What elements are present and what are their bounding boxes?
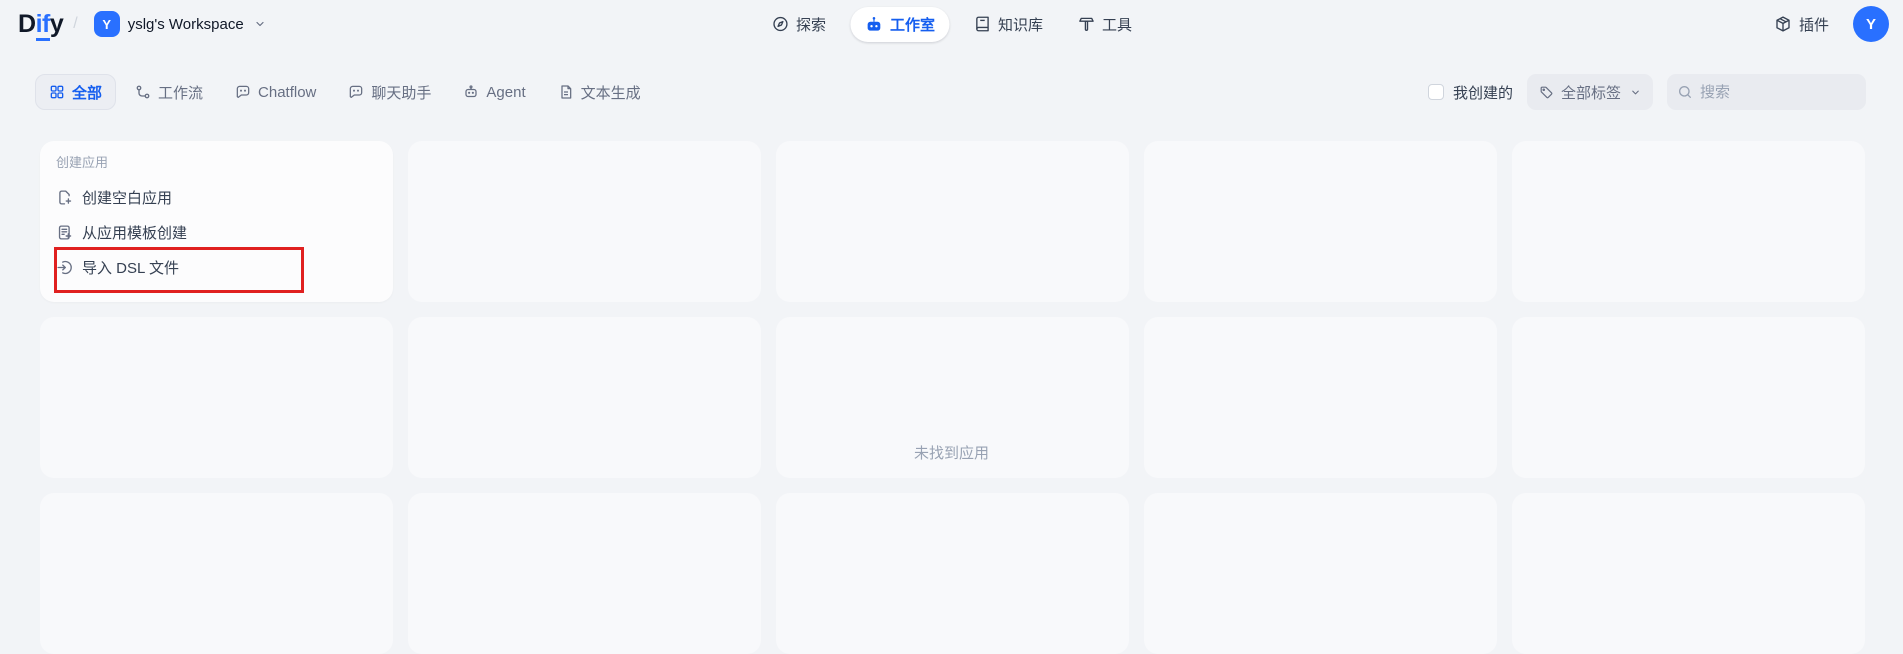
tab-label: Chatflow — [258, 84, 316, 101]
compass-icon — [771, 15, 789, 33]
filter-bar: 全部 工作流 Chatflow 聊天助手 Agent 文本生成 我创建的 — [0, 74, 1903, 110]
main-nav: 探索 工作室 知识库 工具 — [761, 0, 1142, 48]
tab-label: 文本生成 — [581, 82, 641, 103]
search-box — [1667, 74, 1866, 110]
book-icon — [973, 15, 991, 33]
create-blank-app-option[interactable]: 创建空白应用 — [56, 187, 377, 207]
tag-filter-label: 全部标签 — [1561, 82, 1621, 103]
grid-icon — [49, 84, 65, 100]
tab-text-generation[interactable]: 文本生成 — [545, 74, 654, 110]
document-icon — [558, 84, 574, 100]
tab-chat-assistant[interactable]: 聊天助手 — [335, 74, 444, 110]
nav-label: 探索 — [796, 14, 826, 35]
agent-robot-icon — [463, 84, 479, 100]
app-card-placeholder — [408, 141, 761, 302]
option-label: 从应用模板创建 — [82, 222, 187, 243]
logo-d: D — [18, 10, 36, 38]
nav-label: 知识库 — [998, 14, 1043, 35]
breadcrumb-separator: / — [73, 15, 77, 33]
nav-item-explore[interactable]: 探索 — [761, 7, 836, 42]
app-card-placeholder — [1144, 493, 1497, 654]
tab-chatflow[interactable]: Chatflow — [222, 74, 329, 110]
create-app-title: 创建应用 — [56, 154, 377, 172]
chevron-down-icon — [1630, 87, 1641, 98]
import-icon — [56, 259, 73, 276]
chevron-down-icon — [254, 18, 266, 30]
hammer-icon — [1077, 15, 1095, 33]
empty-state-message: 未找到应用 — [0, 442, 1903, 463]
created-by-me-label: 我创建的 — [1453, 82, 1513, 103]
workspace-name: yslg's Workspace — [128, 16, 244, 33]
file-template-plus-icon — [56, 224, 73, 241]
app-type-tabs: 全部 工作流 Chatflow 聊天助手 Agent 文本生成 — [35, 74, 654, 110]
app-card-placeholder — [1512, 141, 1865, 302]
tab-all[interactable]: 全部 — [35, 74, 116, 110]
filter-right-controls: 我创建的 全部标签 — [1428, 74, 1866, 110]
user-avatar[interactable]: Y — [1853, 6, 1889, 42]
app-card-placeholder — [776, 141, 1129, 302]
created-by-me-filter[interactable]: 我创建的 — [1428, 82, 1513, 103]
nav-label: 工作室 — [890, 14, 935, 35]
workspace-avatar: Y — [94, 11, 120, 37]
workflow-icon — [135, 84, 151, 100]
create-app-card: 创建应用 创建空白应用 从应用模板创建 导入 DSL 文件 — [40, 141, 393, 302]
logo-y: y — [50, 10, 63, 38]
brand-area: Dify / Y yslg's Workspace — [18, 7, 272, 41]
nav-label: 工具 — [1102, 14, 1132, 35]
nav-item-tools[interactable]: 工具 — [1067, 7, 1142, 42]
import-dsl-option[interactable]: 导入 DSL 文件 — [56, 257, 377, 277]
nav-item-knowledge[interactable]: 知识库 — [963, 7, 1053, 42]
search-input[interactable] — [1667, 74, 1866, 110]
logo-if: if — [36, 10, 50, 41]
chat-bubble-icon — [348, 84, 364, 100]
workspace-switcher[interactable]: Y yslg's Workspace — [88, 7, 272, 41]
top-header: Dify / Y yslg's Workspace 探索 工作室 知识库 工具 … — [0, 0, 1903, 48]
create-from-template-option[interactable]: 从应用模板创建 — [56, 222, 377, 242]
tab-label: 工作流 — [158, 82, 203, 103]
tab-workflow[interactable]: 工作流 — [122, 74, 216, 110]
tag-filter-dropdown[interactable]: 全部标签 — [1527, 74, 1653, 110]
app-grid: 创建应用 创建空白应用 从应用模板创建 导入 DSL 文件 — [40, 141, 1865, 654]
package-icon — [1774, 15, 1792, 33]
tab-agent[interactable]: Agent — [450, 74, 538, 110]
tab-label: Agent — [486, 84, 525, 101]
plugins-button[interactable]: 插件 — [1764, 7, 1839, 42]
tag-icon — [1539, 85, 1554, 100]
option-label: 创建空白应用 — [82, 187, 172, 208]
file-plus-icon — [56, 189, 73, 206]
created-by-me-checkbox[interactable] — [1428, 84, 1444, 100]
plugins-label: 插件 — [1799, 14, 1829, 35]
app-card-placeholder — [776, 493, 1129, 654]
option-label: 导入 DSL 文件 — [82, 257, 179, 278]
chat-bubble-icon — [235, 84, 251, 100]
app-card-placeholder — [408, 493, 761, 654]
robot-icon — [864, 15, 883, 34]
app-card-placeholder — [40, 493, 393, 654]
tab-label: 全部 — [72, 82, 102, 103]
tab-label: 聊天助手 — [371, 82, 431, 103]
dify-logo[interactable]: Dify — [18, 10, 63, 39]
header-right: 插件 Y — [1764, 6, 1889, 42]
app-card-placeholder — [1144, 141, 1497, 302]
nav-item-studio[interactable]: 工作室 — [850, 7, 949, 42]
app-card-placeholder — [1512, 493, 1865, 654]
